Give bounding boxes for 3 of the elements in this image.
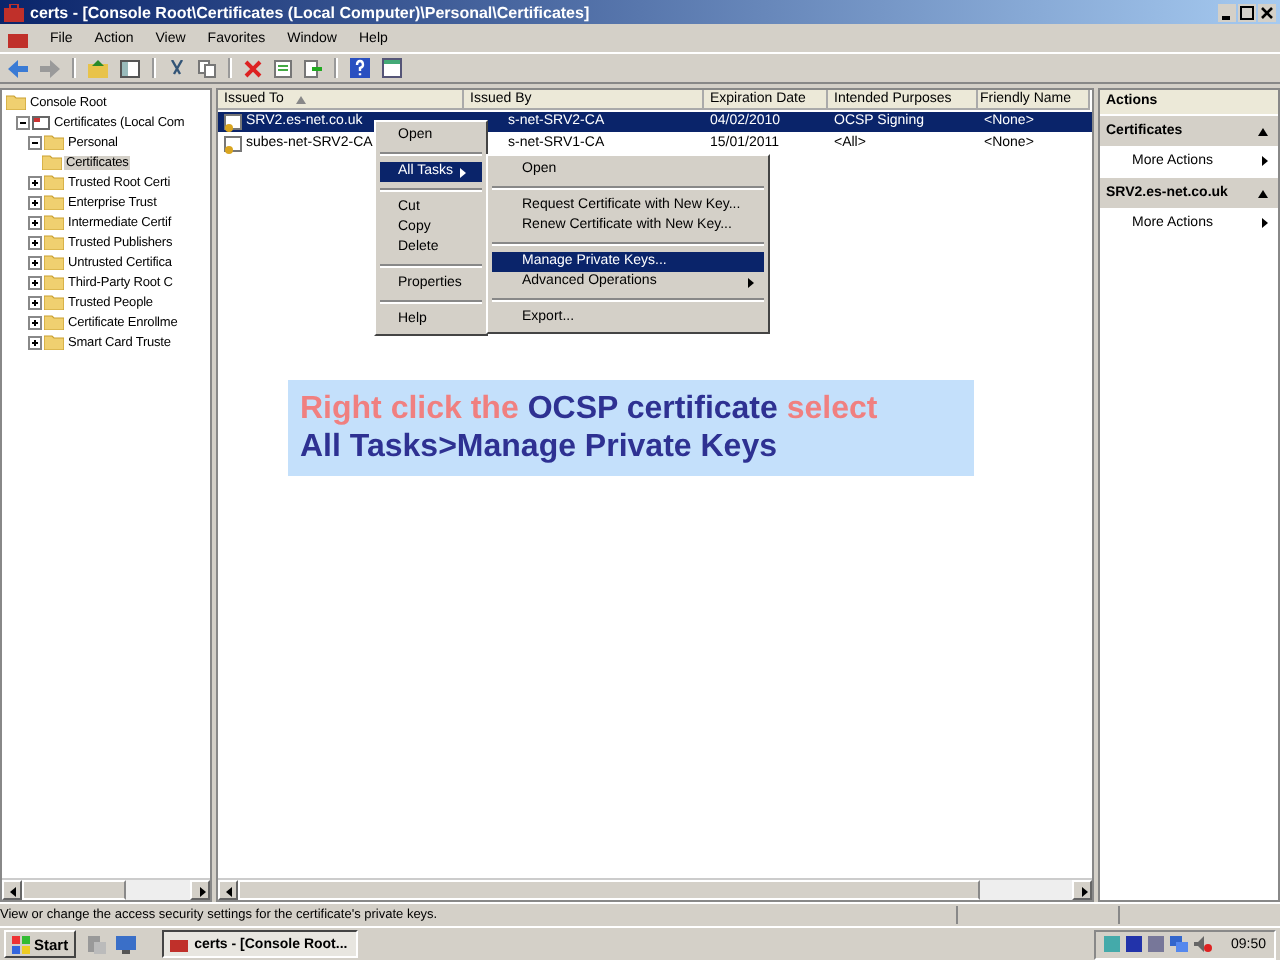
instruction-text: Right click the OCSP certificate select <box>300 390 878 428</box>
window-title: certs - [Console Root\Certificates (Local Computer)\Personal\Certificates] <box>30 3 590 21</box>
instruction-text: All Tasks>Manage Private Keys <box>300 428 777 466</box>
